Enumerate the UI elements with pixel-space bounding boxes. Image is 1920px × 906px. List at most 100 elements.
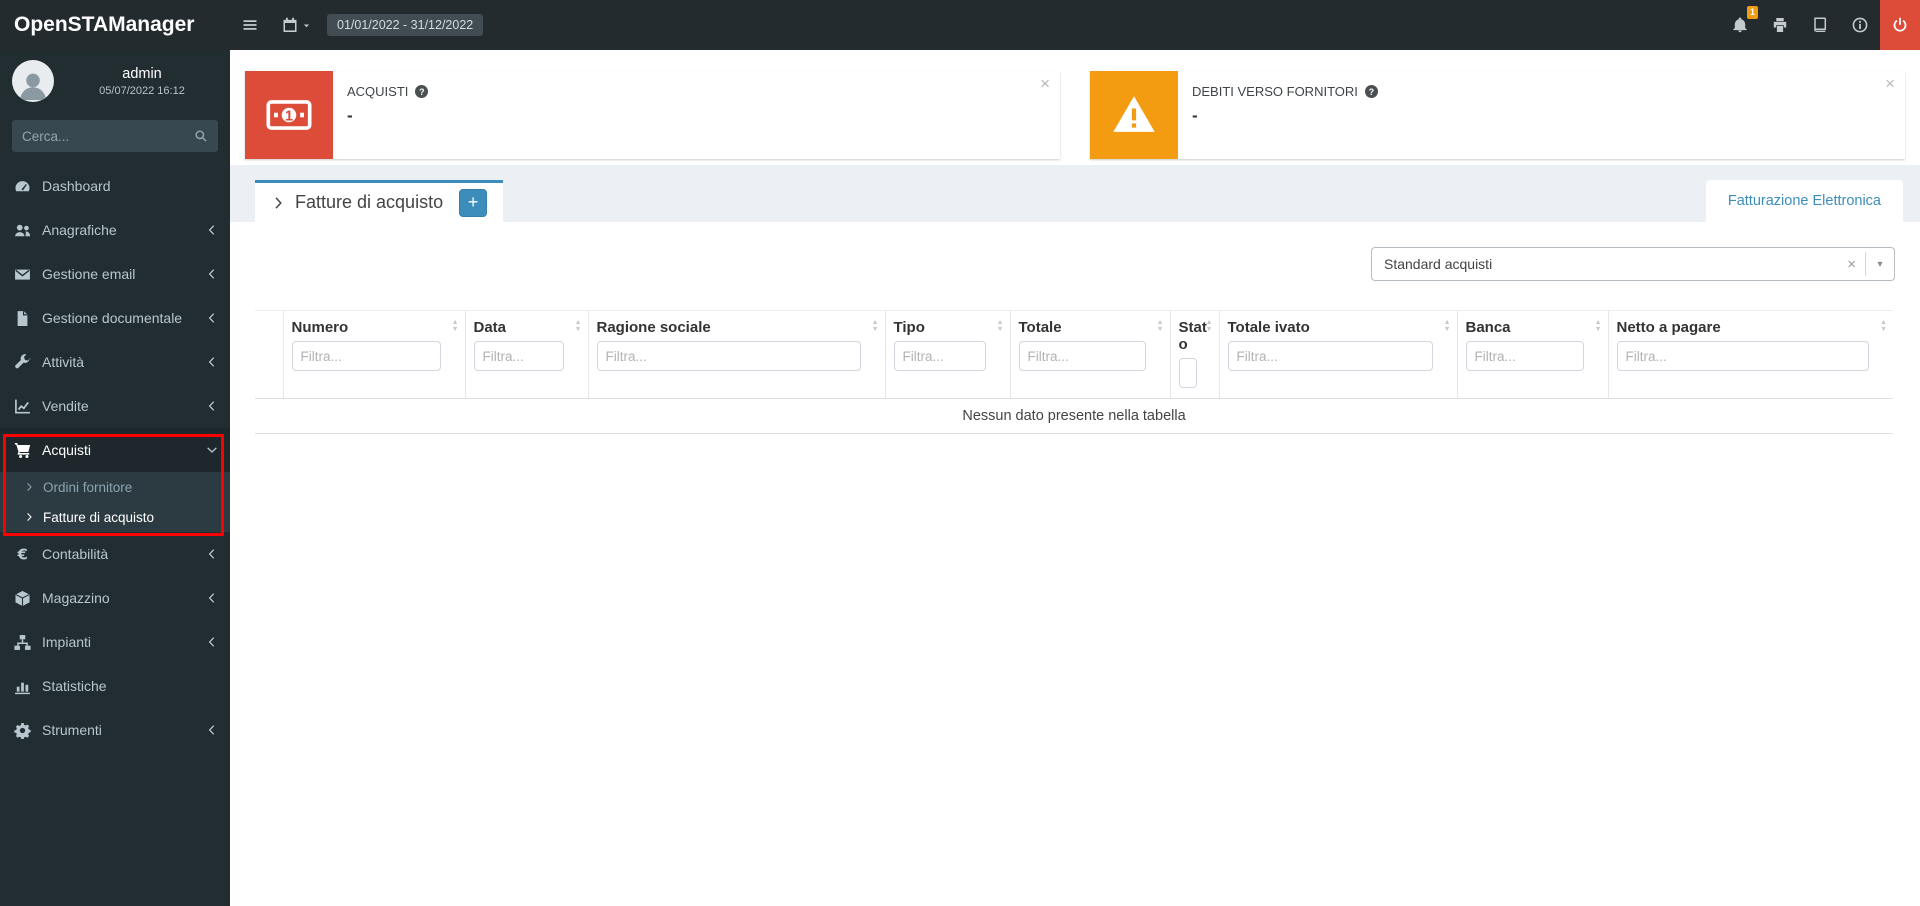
sidebar-item-contabilita[interactable]: € Contabilità bbox=[0, 532, 230, 576]
chevron-left-icon bbox=[206, 356, 218, 368]
sidebar-item-strumenti[interactable]: Strumenti bbox=[0, 708, 230, 752]
sort-desc-icon: ▼ bbox=[1205, 325, 1213, 333]
sort-icons[interactable]: ▲ ▼ bbox=[452, 319, 459, 333]
column-header-totale[interactable]: Totale ▲ ▼ bbox=[1010, 310, 1171, 399]
widget-value: - bbox=[1192, 106, 1198, 125]
widget-debiti-verso-fornitori[interactable]: DEBITI VERSO FORNITORI ? - × bbox=[1090, 71, 1905, 159]
column-header-netto-a-pagare[interactable]: Netto a pagare ▲ ▼ bbox=[1608, 310, 1893, 399]
calendar-icon bbox=[282, 17, 298, 33]
sort-icons[interactable]: ▲ ▼ bbox=[1595, 319, 1602, 333]
user-datetime: 05/07/2022 16:12 bbox=[99, 84, 185, 97]
filter-input-data[interactable] bbox=[473, 341, 564, 371]
caret-down-icon[interactable]: ▾ bbox=[1866, 259, 1894, 270]
sort-icons[interactable]: ▲ ▼ bbox=[1157, 319, 1164, 333]
add-invoice-button[interactable]: + bbox=[459, 188, 488, 217]
widget-label: DEBITI VERSO FORNITORI bbox=[1192, 84, 1358, 99]
sort-icons[interactable]: ▲ ▼ bbox=[1444, 319, 1451, 333]
sidebar-item-vendite[interactable]: Vendite bbox=[0, 384, 230, 428]
column-header-ragione-sociale[interactable]: Ragione sociale ▲ ▼ bbox=[588, 310, 886, 399]
user-panel: admin 05/07/2022 16:12 bbox=[0, 50, 230, 112]
sidebar-item-label: Strumenti bbox=[42, 722, 102, 738]
widget-icon-box bbox=[1090, 71, 1178, 159]
column-header-totale-ivato[interactable]: Totale ivato ▲ ▼ bbox=[1219, 310, 1458, 399]
sidebar-search bbox=[12, 120, 218, 152]
widget-value: - bbox=[347, 106, 353, 125]
docs-button[interactable] bbox=[1800, 0, 1840, 50]
help-icon[interactable]: ? bbox=[1364, 85, 1378, 98]
wrench-icon bbox=[14, 353, 31, 371]
column-header-data[interactable]: Data ▲ ▼ bbox=[465, 310, 589, 399]
notifications-button[interactable]: 1 bbox=[1720, 0, 1760, 50]
hamburger-icon bbox=[242, 17, 258, 33]
calendar-button[interactable] bbox=[270, 0, 323, 50]
search-input[interactable] bbox=[12, 120, 184, 152]
sidebar-item-gestione-email[interactable]: Gestione email bbox=[0, 252, 230, 296]
close-icon[interactable]: × bbox=[1883, 73, 1897, 94]
sidebar-item-label: Dashboard bbox=[42, 178, 111, 194]
sidebar-item-label: Statistiche bbox=[42, 678, 107, 694]
print-button[interactable] bbox=[1760, 0, 1800, 50]
warning-icon bbox=[1111, 92, 1157, 138]
chevron-right-icon bbox=[24, 482, 34, 492]
sidebar-item-attivita[interactable]: Attività bbox=[0, 340, 230, 384]
book-icon bbox=[1812, 17, 1828, 33]
bell-icon bbox=[1732, 17, 1748, 33]
search-button[interactable] bbox=[184, 120, 218, 152]
chevron-left-icon bbox=[206, 224, 218, 236]
filter-input-stato[interactable] bbox=[1178, 358, 1197, 388]
chevron-left-icon bbox=[206, 400, 218, 412]
sort-icons[interactable]: ▲ ▼ bbox=[575, 319, 582, 333]
plugin-select[interactable]: Standard acquisti × ▾ bbox=[1371, 247, 1895, 281]
main-content: 1 ACQUISTI ? - × DEBITI VERSO FORNITORI … bbox=[230, 50, 1920, 906]
tab-fatture-di-acquisto[interactable]: Fatture di acquisto + bbox=[255, 180, 504, 222]
column-label: Ragione sociale bbox=[596, 319, 711, 336]
sidebar-item-dashboard[interactable]: Dashboard bbox=[0, 164, 230, 208]
filter-input-netto-a-pagare[interactable] bbox=[1616, 341, 1869, 371]
column-header-numero[interactable]: Numero ▲ ▼ bbox=[283, 310, 466, 399]
tab-fatturazione-elettronica[interactable]: Fatturazione Elettronica bbox=[1705, 180, 1903, 222]
sidebar-item-anagrafiche[interactable]: Anagrafiche bbox=[0, 208, 230, 252]
filter-input-banca[interactable] bbox=[1465, 341, 1584, 371]
sort-desc-icon: ▼ bbox=[1880, 325, 1887, 333]
column-label: Tipo bbox=[893, 319, 925, 336]
file-icon bbox=[14, 310, 31, 327]
sidebar-item-gestione-documentale[interactable]: Gestione documentale bbox=[0, 296, 230, 340]
sidebar-subitem-label: Ordini fornitore bbox=[43, 479, 133, 495]
sidebar-subitem-fatture-di-acquisto[interactable]: Fatture di acquisto bbox=[0, 502, 230, 532]
chevron-left-icon bbox=[206, 636, 218, 648]
column-header-tipo[interactable]: Tipo ▲ ▼ bbox=[885, 310, 1011, 399]
filter-input-tipo[interactable] bbox=[893, 341, 986, 371]
sidebar-item-acquisti[interactable]: Acquisti Ordini fornitore Fatture di acq… bbox=[0, 428, 230, 532]
sort-icons[interactable]: ▲ ▼ bbox=[1880, 319, 1887, 333]
sort-icons[interactable]: ▲ ▼ bbox=[872, 319, 879, 333]
info-button[interactable] bbox=[1840, 0, 1880, 50]
close-icon[interactable]: × bbox=[1038, 73, 1052, 94]
filter-input-ragione-sociale[interactable] bbox=[596, 341, 861, 371]
column-label: Banca bbox=[1465, 319, 1511, 336]
svg-text:1: 1 bbox=[285, 108, 293, 124]
table-empty-row: Nessun dato presente nella tabella bbox=[255, 398, 1893, 434]
help-icon[interactable]: ? bbox=[415, 85, 429, 98]
sidebar-subitem-ordini-fornitore[interactable]: Ordini fornitore bbox=[0, 472, 230, 502]
widget-acquisti[interactable]: 1 ACQUISTI ? - × bbox=[245, 71, 1060, 159]
column-label: Totale ivato bbox=[1227, 319, 1310, 336]
chevron-left-icon bbox=[206, 592, 218, 604]
clear-selection-icon[interactable]: × bbox=[1838, 256, 1865, 273]
column-header-banca[interactable]: Banca ▲ ▼ bbox=[1457, 310, 1609, 399]
sidebar-item-statistiche[interactable]: Statistiche bbox=[0, 664, 230, 708]
logout-button[interactable] bbox=[1880, 0, 1920, 50]
sidebar-toggle-button[interactable] bbox=[230, 0, 270, 50]
sidebar-item-impianti[interactable]: Impianti bbox=[0, 620, 230, 664]
sort-icons[interactable]: ▲ ▼ bbox=[997, 319, 1004, 333]
filter-input-totale[interactable] bbox=[1018, 341, 1146, 371]
filter-input-totale-ivato[interactable] bbox=[1227, 341, 1433, 371]
info-icon bbox=[1852, 17, 1868, 33]
app-logo[interactable]: OpenSTAManager bbox=[0, 0, 230, 50]
sidebar-item-magazzino[interactable]: Magazzino bbox=[0, 576, 230, 620]
sitemap-icon bbox=[14, 634, 31, 651]
filter-input-numero[interactable] bbox=[291, 341, 441, 371]
sort-icons[interactable]: ▲ ▼ bbox=[1205, 319, 1213, 333]
column-header-stato[interactable]: Stato ▲ ▼ bbox=[1170, 310, 1220, 399]
date-range-badge[interactable]: 01/01/2022 - 31/12/2022 bbox=[327, 14, 484, 36]
avatar bbox=[12, 60, 54, 102]
